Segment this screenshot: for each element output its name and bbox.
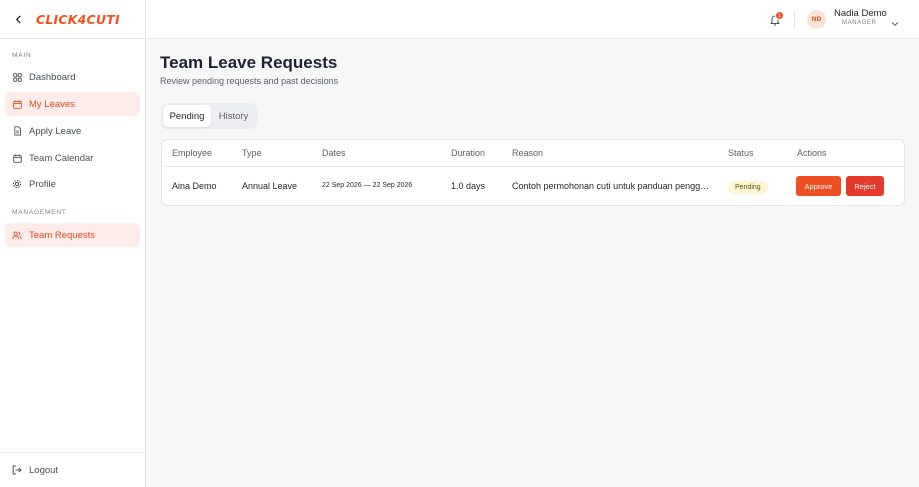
section-label-main: MAIN	[12, 52, 32, 59]
requests-table: Employee Type Dates Duration Reason Stat…	[161, 139, 905, 206]
cell-type: Annual Leave	[242, 181, 298, 191]
column-header-duration: Duration	[451, 148, 486, 158]
column-header-status: Status	[728, 148, 754, 158]
top-bar: 1 ND Nadia Demo MANAGER	[146, 0, 919, 39]
cell-dates: 22 Sep 2026 — 22 Sep 2026	[322, 182, 413, 189]
sidebar-item-team-calendar[interactable]: Team Calendar	[5, 146, 140, 170]
sidebar-item-team-requests[interactable]: Team Requests	[5, 223, 140, 247]
column-header-dates: Dates	[322, 148, 346, 158]
cell-employee: Aina Demo	[172, 181, 217, 191]
status-badge: Pending	[728, 181, 768, 194]
table-header: Employee Type Dates Duration Reason Stat…	[162, 140, 904, 167]
chevron-down-icon[interactable]	[891, 15, 899, 26]
cell-duration: 1.0 days	[451, 181, 486, 191]
cell-reason: Contoh permohonan cuti untuk panduan pen…	[512, 181, 708, 191]
calendar-icon	[12, 99, 22, 109]
sidebar-item-label: Dashboard	[29, 71, 76, 83]
sidebar-item-dashboard[interactable]: Dashboard	[5, 65, 140, 89]
tab-history[interactable]: History	[211, 105, 256, 127]
approve-button[interactable]: Approve	[796, 176, 841, 196]
column-header-employee: Employee	[172, 148, 213, 158]
back-arrow-icon[interactable]	[10, 11, 26, 27]
notification-badge: 1	[775, 11, 784, 20]
logout-label: Logout	[29, 464, 59, 476]
section-label-management: MANAGEMENT	[12, 209, 67, 216]
avatar[interactable]: ND	[807, 10, 826, 29]
column-header-reason: Reason	[512, 148, 544, 158]
brand-logo[interactable]: CLICK4CUTI	[36, 12, 120, 27]
sidebar-item-label: Profile	[29, 178, 56, 190]
grid-icon	[12, 72, 22, 82]
gear-icon	[12, 179, 22, 189]
sidebar-item-label: Team Calendar	[29, 152, 94, 164]
user-role: MANAGER	[842, 20, 877, 26]
logout-icon	[12, 465, 22, 475]
sidebar-item-label: My Leaves	[29, 98, 75, 110]
status-tabs: Pending History	[161, 103, 258, 129]
column-header-type: Type	[242, 148, 262, 158]
sidebar-item-my-leaves[interactable]: My Leaves	[5, 92, 140, 116]
logout-button[interactable]: Logout	[5, 458, 140, 482]
sidebar-footer: Logout	[0, 452, 145, 487]
column-header-actions: Actions	[797, 148, 827, 158]
header-divider	[794, 11, 795, 28]
page-title: Team Leave Requests	[160, 53, 338, 72]
sidebar-header: CLICK4CUTI	[0, 0, 145, 39]
user-name[interactable]: Nadia Demo	[834, 8, 887, 19]
document-icon	[12, 126, 22, 136]
sidebar-item-label: Apply Leave	[29, 125, 82, 137]
sidebar: CLICK4CUTI MAIN Dashboard My Leaves Appl…	[0, 0, 146, 487]
reject-button[interactable]: Reject	[846, 176, 884, 196]
sidebar-item-profile[interactable]: Profile	[5, 172, 140, 196]
users-icon	[12, 230, 22, 240]
sidebar-item-label: Team Requests	[29, 229, 96, 241]
calendar-icon	[12, 153, 22, 163]
tab-pending[interactable]: Pending	[163, 105, 211, 127]
sidebar-item-apply-leave[interactable]: Apply Leave	[5, 119, 140, 143]
page-subtitle: Review pending requests and past decisio…	[160, 76, 339, 86]
